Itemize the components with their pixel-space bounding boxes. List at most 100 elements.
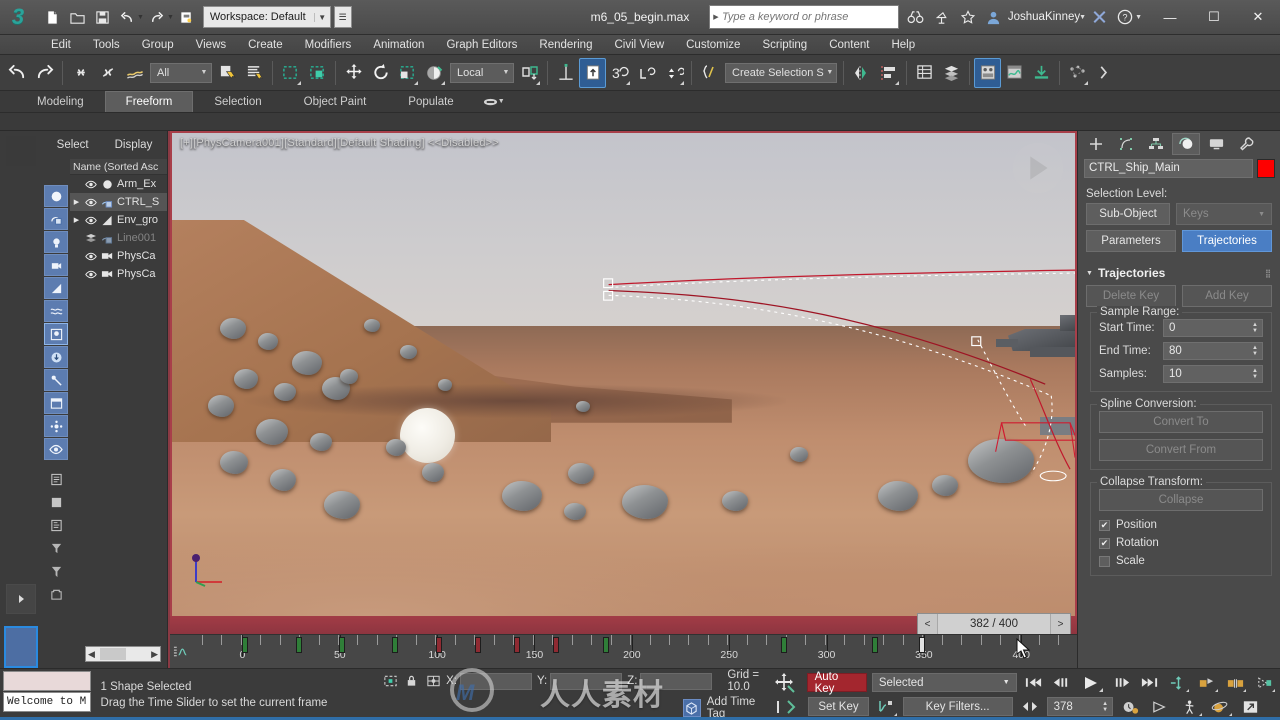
- time-slider-next-button[interactable]: >: [1050, 614, 1070, 634]
- current-frame-field[interactable]: 378 ▲ ▼: [1046, 697, 1113, 716]
- search-input[interactable]: [722, 11, 898, 23]
- rollup-collapse-icon[interactable]: ▼: [1086, 270, 1093, 277]
- menu-civil-view[interactable]: Civil View: [603, 35, 675, 55]
- keyframe-marker[interactable]: [553, 637, 560, 653]
- spinner-snap-toggle-icon[interactable]: [660, 58, 687, 88]
- track-bar[interactable]: 0 50 100 150 200 250 300 350 400: [170, 634, 1077, 668]
- keyframe-marker[interactable]: [602, 637, 609, 653]
- tab-object-paint[interactable]: Object Paint: [283, 91, 388, 112]
- ribbon-minimize-button[interactable]: ▼: [475, 91, 513, 112]
- flyout-corner-icon[interactable]: [414, 80, 418, 85]
- explorer-row-physcamera-2[interactable]: PhysCa: [70, 265, 167, 283]
- chevron-down-icon[interactable]: ▼: [1003, 679, 1010, 686]
- key-mode-toggle-icon[interactable]: [769, 697, 803, 717]
- unlink-selection-icon[interactable]: [94, 58, 121, 88]
- time-tag-icon[interactable]: [682, 699, 701, 717]
- render-frame-window-icon[interactable]: [1028, 58, 1055, 88]
- select-and-scale-icon[interactable]: [394, 58, 421, 88]
- explorer-properties-icon[interactable]: [44, 514, 68, 536]
- align-icon[interactable]: [875, 58, 902, 88]
- explorer-row-ctrl-s[interactable]: ▶ CTRL_S: [70, 193, 167, 211]
- keyframe-marker[interactable]: [338, 637, 345, 653]
- filter-xrefs-icon[interactable]: [44, 346, 68, 368]
- orbit-view-icon[interactable]: [1208, 696, 1233, 717]
- keyframe-marker[interactable]: [781, 637, 788, 653]
- angle-snap-toggle-icon[interactable]: 3: [606, 58, 633, 88]
- key-step-toggle-icon[interactable]: [1018, 697, 1042, 717]
- keyframe-marker[interactable]: [392, 637, 398, 653]
- filter-visibility-icon[interactable]: [44, 438, 68, 460]
- tab-display[interactable]: [1202, 133, 1230, 155]
- select-and-link-icon[interactable]: [67, 58, 94, 88]
- x-coordinate-field[interactable]: X:: [446, 672, 532, 690]
- explorer-filter-descending-icon[interactable]: [44, 537, 68, 559]
- time-slider-handle[interactable]: < 382 / 400 >: [917, 613, 1071, 635]
- tab-selection[interactable]: Selection: [193, 91, 282, 112]
- favorites-star-icon[interactable]: [955, 4, 981, 30]
- scroll-right-icon[interactable]: ▶: [149, 649, 160, 660]
- filter-geometry-icon[interactable]: [44, 185, 68, 207]
- zoom-extents-all-icon[interactable]: [1224, 672, 1248, 693]
- keyframe-marker[interactable]: [436, 637, 443, 653]
- exchange-icon[interactable]: [1086, 4, 1112, 30]
- menu-content[interactable]: Content: [818, 35, 880, 55]
- redo-button[interactable]: [145, 5, 169, 29]
- filter-cameras-icon[interactable]: [44, 254, 68, 276]
- minimize-button[interactable]: —: [1148, 0, 1192, 35]
- expand-triangle-icon[interactable]: ▶: [72, 198, 81, 206]
- viewport-perspective[interactable]: [+][PhysCamera001][Standard][Default Sha…: [170, 131, 1077, 616]
- menu-tools[interactable]: Tools: [82, 35, 131, 55]
- chevron-down-icon[interactable]: ▼: [499, 69, 513, 76]
- y-coordinate-field[interactable]: Y:: [537, 672, 623, 690]
- frame-ruler[interactable]: 0 50 100 150 200 250 300 350 400: [192, 635, 1077, 668]
- snaps-toggle-icon[interactable]: [579, 57, 606, 88]
- reference-coordinate-combo[interactable]: Local ▼: [450, 62, 514, 83]
- menu-edit[interactable]: Edit: [40, 35, 82, 55]
- selection-lock-icon[interactable]: [404, 671, 420, 691]
- chevron-down-icon[interactable]: ▼: [498, 98, 505, 105]
- samples-spinner[interactable]: 10 ▲ ▼: [1163, 365, 1263, 383]
- save-file-button[interactable]: [90, 5, 114, 29]
- chevron-down-icon[interactable]: ▼: [1258, 211, 1265, 218]
- filter-particles-icon[interactable]: [44, 415, 68, 437]
- maximize-viewport-toggle-icon[interactable]: [1238, 696, 1263, 717]
- set-key-mode-icon[interactable]: [874, 697, 898, 717]
- select-and-move-icon[interactable]: [340, 58, 367, 88]
- close-button[interactable]: ✕: [1236, 0, 1280, 35]
- tab-hierarchy[interactable]: [1142, 133, 1170, 155]
- search-dropdown-icon[interactable]: ▶: [710, 13, 722, 21]
- pan-view-icon[interactable]: [1166, 672, 1190, 693]
- walkthrough-mode-icon[interactable]: [1178, 696, 1203, 717]
- undo-button[interactable]: [115, 5, 139, 29]
- menu-scripting[interactable]: Scripting: [751, 35, 818, 55]
- select-and-place-icon[interactable]: [421, 58, 448, 88]
- chevron-down-icon[interactable]: ▼: [313, 12, 330, 22]
- explorer-blank-icon[interactable]: [44, 491, 68, 513]
- flyout-corner-icon[interactable]: [1084, 80, 1088, 85]
- field-of-view-icon[interactable]: [1252, 672, 1276, 693]
- lamp-icon[interactable]: [929, 4, 955, 30]
- keyframe-marker[interactable]: [241, 637, 248, 653]
- viewport-label[interactable]: [+][PhysCamera001][Standard][Default Sha…: [180, 137, 499, 149]
- eye-icon[interactable]: [84, 270, 97, 279]
- explorer-toolbar-icon[interactable]: [44, 583, 68, 605]
- maxscript-mini-listener[interactable]: Welcome to M: [0, 669, 93, 720]
- go-to-end-button[interactable]: [1138, 673, 1161, 693]
- keyframe-marker[interactable]: [514, 637, 521, 653]
- key-mode-combo[interactable]: Selected ▼: [871, 673, 1017, 692]
- filter-space-warps-icon[interactable]: [44, 300, 68, 322]
- project-folder-button[interactable]: [175, 5, 199, 29]
- workspace-selector[interactable]: Workspace: Default ▼: [202, 6, 331, 28]
- keyframe-marker[interactable]: [871, 637, 878, 653]
- x-input[interactable]: [459, 672, 532, 690]
- convert-to-button[interactable]: Convert To: [1099, 411, 1263, 433]
- chevron-down-icon[interactable]: ▼: [824, 69, 836, 76]
- new-file-button[interactable]: [40, 5, 64, 29]
- eye-icon[interactable]: [84, 180, 97, 189]
- y-input[interactable]: [550, 672, 623, 690]
- menu-animation[interactable]: Animation: [362, 35, 435, 55]
- tab-create[interactable]: [1082, 133, 1110, 155]
- eye-icon[interactable]: [84, 252, 97, 261]
- explorer-list-view-icon[interactable]: [44, 468, 68, 490]
- undo-toolbar-icon[interactable]: [4, 58, 31, 88]
